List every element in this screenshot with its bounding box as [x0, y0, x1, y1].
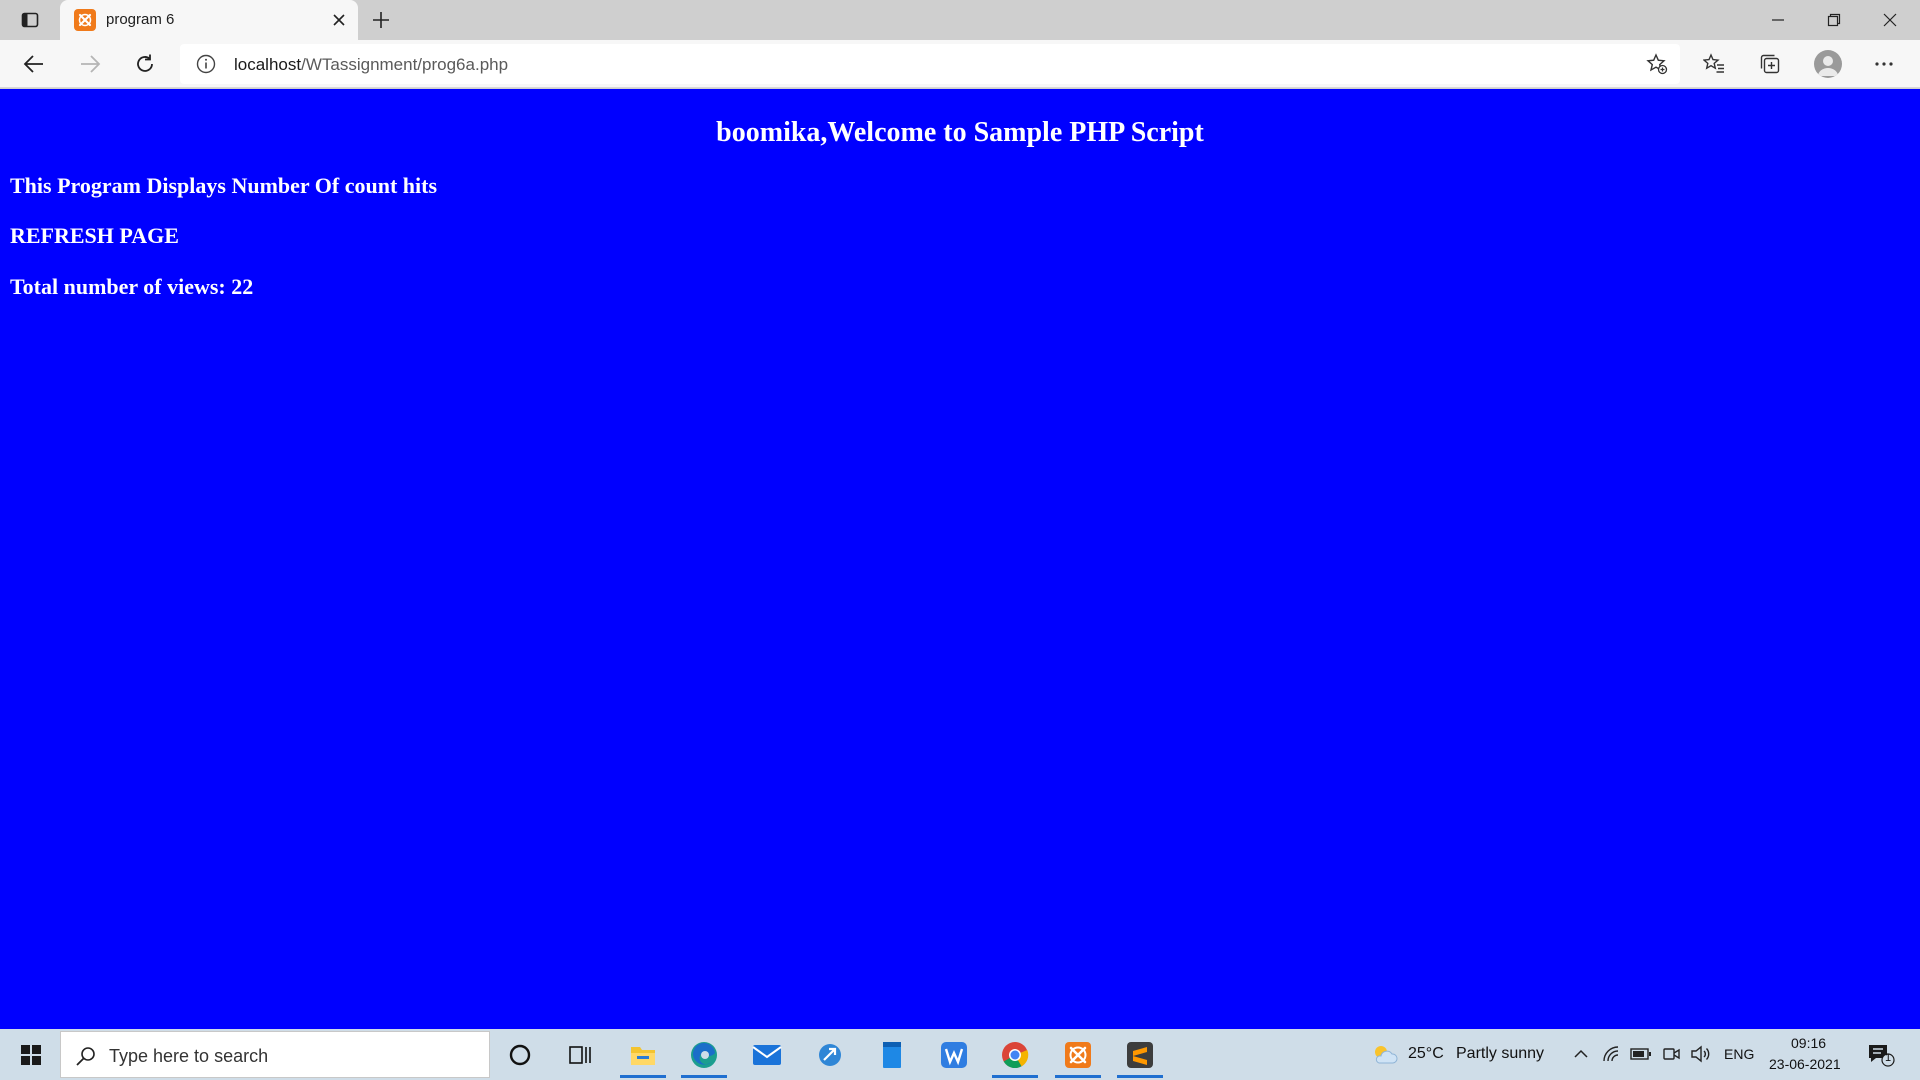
cortana-button[interactable] [494, 1031, 546, 1078]
collections-button[interactable] [1752, 46, 1788, 82]
start-button[interactable] [6, 1031, 56, 1078]
favorites-button[interactable] [1696, 46, 1732, 82]
chrome-icon [1002, 1041, 1029, 1068]
more-dots-icon [1875, 62, 1893, 66]
xampp-button[interactable] [1052, 1031, 1104, 1078]
arrow-left-icon [23, 55, 43, 73]
volume-icon[interactable] [1690, 1043, 1712, 1065]
browser-titlebar: program 6 [0, 0, 1920, 40]
vpn-icon [819, 1043, 841, 1066]
forward-button[interactable] [72, 46, 108, 82]
close-tab-button[interactable] [326, 7, 352, 33]
show-hidden-icons-button[interactable] [1570, 1043, 1592, 1065]
star-add-icon [1646, 53, 1668, 75]
browser-tab-active[interactable]: program 6 [60, 0, 358, 40]
profile-avatar[interactable] [1814, 50, 1842, 78]
weather-temperature[interactable]: 25°C [1408, 1045, 1444, 1063]
xampp-icon [1065, 1041, 1091, 1068]
close-icon [1883, 13, 1897, 27]
minimize-button[interactable] [1750, 0, 1806, 40]
page-content: boomika,Welcome to Sample PHP Script Thi… [0, 89, 1920, 1029]
refresh-page-text: REFRESH PAGE [10, 223, 179, 248]
task-view-icon [569, 1045, 591, 1064]
weather-condition[interactable]: Partly sunny [1456, 1045, 1544, 1063]
mail-icon [752, 1044, 782, 1065]
cortana-icon [509, 1044, 531, 1065]
address-bar[interactable]: localhost/WTassignment/prog6a.php [180, 44, 1680, 84]
xampp-favicon-icon [74, 9, 96, 31]
url-path: /WTassignment/prog6a.php [301, 55, 509, 74]
browser-toolbar: localhost/WTassignment/prog6a.php [0, 40, 1920, 88]
program-description: This Program Displays Number Of count hi… [10, 173, 438, 198]
notepad-button[interactable] [866, 1031, 918, 1078]
minimize-icon [1772, 19, 1784, 21]
back-button[interactable] [16, 46, 52, 82]
taskbar-search-box[interactable]: Type here to search [60, 1031, 490, 1078]
sublime-text-button[interactable] [1114, 1031, 1166, 1078]
weather-icon[interactable] [1370, 1042, 1398, 1066]
restore-button[interactable] [1806, 0, 1862, 40]
search-placeholder: Type here to search [109, 1046, 269, 1066]
input-language[interactable]: ENG [1724, 1046, 1754, 1062]
mail-button[interactable] [741, 1031, 793, 1078]
restore-icon [1827, 13, 1841, 27]
chevron-up-icon [1574, 1049, 1588, 1058]
windows-taskbar: Type here to search 25°C Partly sunny EN… [0, 1029, 1920, 1080]
url-host: localhost [234, 55, 302, 74]
battery-icon[interactable] [1630, 1043, 1652, 1065]
notifications-icon [1869, 1045, 1895, 1067]
edge-icon [691, 1041, 717, 1068]
page-heading: boomika,Welcome to Sample PHP Script [716, 117, 1204, 148]
arrow-right-icon [81, 55, 101, 73]
network-icon[interactable] [1600, 1043, 1622, 1065]
wps-writer-icon [941, 1041, 967, 1068]
windows-logo-icon [21, 1044, 41, 1065]
clock-date: 23-06-2021 [1769, 1056, 1841, 1072]
plus-icon [373, 12, 389, 28]
vpn-button[interactable] [804, 1031, 856, 1078]
views-counter: Total number of views: 22 [10, 274, 253, 300]
notification-count: 1 [1885, 1052, 1892, 1064]
close-icon [333, 14, 345, 26]
collections-icon [1760, 54, 1780, 74]
clock[interactable]: 09:16 23-06-2021 [1766, 1033, 1846, 1076]
wps-writer-button[interactable] [928, 1031, 980, 1078]
file-explorer-icon [631, 1046, 655, 1065]
views-count: 22 [231, 274, 254, 299]
task-view-button[interactable] [554, 1031, 606, 1078]
address-url[interactable]: localhost/WTassignment/prog6a.php [234, 55, 508, 75]
file-explorer-button[interactable] [617, 1031, 669, 1078]
refresh-icon [137, 54, 153, 72]
chrome-button[interactable] [989, 1031, 1041, 1078]
views-label: Total number of views: [10, 274, 232, 299]
sublime-text-icon [1127, 1041, 1153, 1068]
tab-actions-button[interactable] [10, 5, 50, 35]
new-tab-button[interactable] [366, 5, 396, 35]
settings-more-button[interactable] [1866, 46, 1902, 82]
tab-title: program 6 [106, 11, 175, 28]
search-icon [76, 1047, 95, 1066]
favorites-icon [1703, 53, 1724, 73]
clock-time: 09:16 [1791, 1035, 1827, 1051]
tab-actions-icon [21, 12, 39, 28]
edge-button[interactable] [678, 1031, 730, 1078]
user-icon [1818, 56, 1838, 76]
close-window-button[interactable] [1862, 0, 1918, 40]
notepad-icon [883, 1041, 901, 1068]
site-info-icon[interactable] [196, 54, 216, 74]
add-favorite-button[interactable] [1644, 51, 1670, 77]
refresh-button[interactable] [127, 46, 163, 82]
action-center-button[interactable]: 1 [1866, 1042, 1896, 1068]
meet-now-icon[interactable] [1660, 1043, 1682, 1065]
